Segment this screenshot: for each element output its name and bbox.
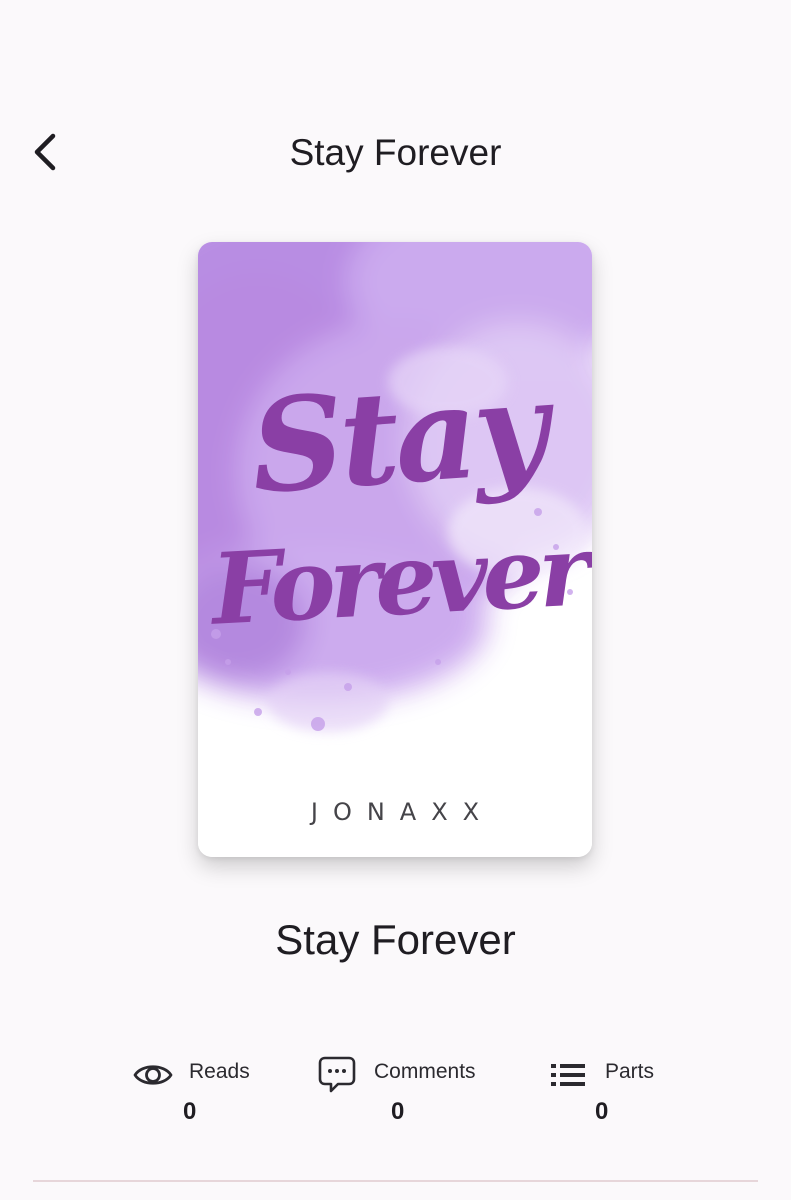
stat-comments-label: Comments (374, 1060, 476, 1083)
cover-artwork: Stay Forever (198, 242, 592, 857)
divider (33, 1180, 758, 1182)
list-icon (551, 1064, 585, 1086)
stat-reads-label: Reads (189, 1060, 250, 1083)
stat-parts-value: 0 (595, 1098, 609, 1125)
book-cover[interactable]: Stay Forever JONAXX (198, 242, 592, 857)
cover-author: JONAXX (310, 798, 495, 826)
page-title: Stay Forever (289, 132, 502, 173)
story-title: Stay Forever (275, 916, 516, 963)
comment-icon (318, 1056, 356, 1093)
stat-comments: Comments 0 (316, 1050, 506, 1132)
stat-comments-value: 0 (391, 1098, 405, 1125)
cover-title-line-2: Forever (206, 513, 592, 648)
stat-parts-label: Parts (605, 1060, 655, 1083)
top-bar: Stay Forever (0, 100, 791, 204)
eye-icon (133, 1065, 173, 1085)
stat-reads-value: 0 (183, 1098, 197, 1125)
stat-parts: Parts 0 (548, 1050, 678, 1132)
stat-reads: Reads 0 (130, 1050, 270, 1132)
cover-title-line-1: Stay (246, 352, 560, 523)
